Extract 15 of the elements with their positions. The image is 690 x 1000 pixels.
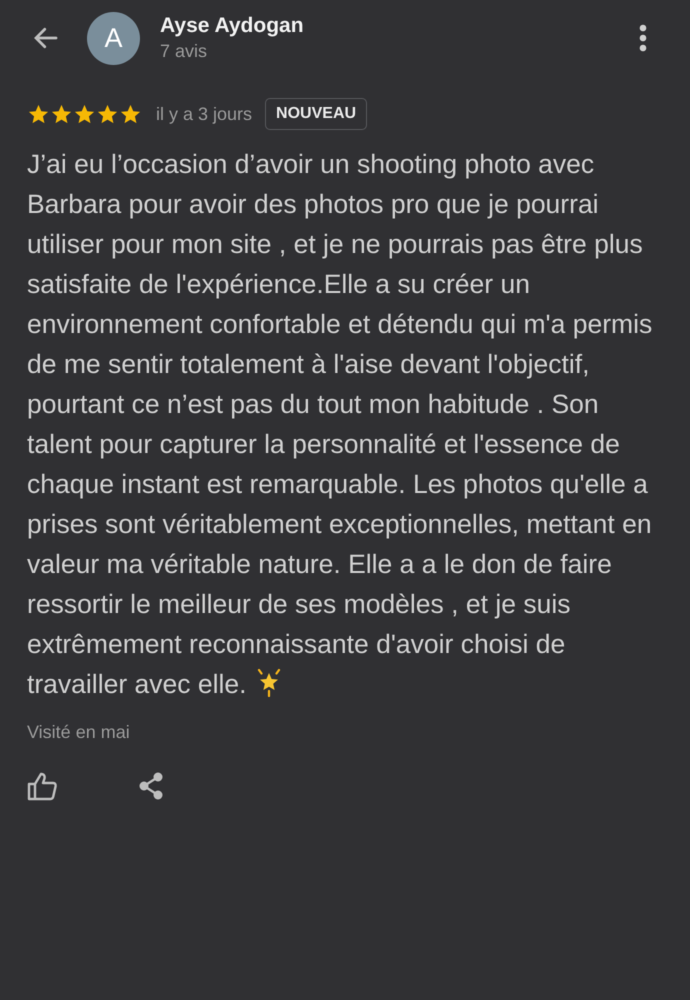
review-text: J’ai eu l’occasion d’avoir un shooting photo avec Barbara pour avoir des photos pro que je pourrai utiliser pour mon site , et je ne pourrais pas être plus satisfaite de l'expérience.Elle a su créer un environnement confortable et détendu qui m'a permis de me sentir totalement à l'aise devant l'objectif, pourtant ce n’est pas du tout mon habitude . Son talent pour capturer la personnalité et l'essence de chaque instant est remarquable. Les photos qu'elle a prises sont véritablement exceptionnelles, mettant en valeur ma véritable nature. Elle a a le don de faire ressortir le meilleur de ses modèles , et je suis extrêmement reconnaissante d'avoir choisi de travailler avec elle. [27,148,654,701]
star-icon [73,102,96,126]
visit-date: Visité en mai [27,722,131,743]
reviewer-name: Ayse Aydogan [160,14,305,38]
review-count: 7 avis [160,41,208,62]
thumbs-up-icon[interactable] [27,771,59,801]
new-badge: NOUVEAU [265,98,368,130]
more-options-icon[interactable] [639,24,647,52]
star-icon [27,102,50,126]
star-icon [119,102,142,126]
star-icon [50,102,73,126]
avatar: A [87,12,140,64]
review-time: il y a 3 jours [156,104,252,124]
share-icon[interactable] [137,771,165,801]
star-icon [96,102,119,126]
